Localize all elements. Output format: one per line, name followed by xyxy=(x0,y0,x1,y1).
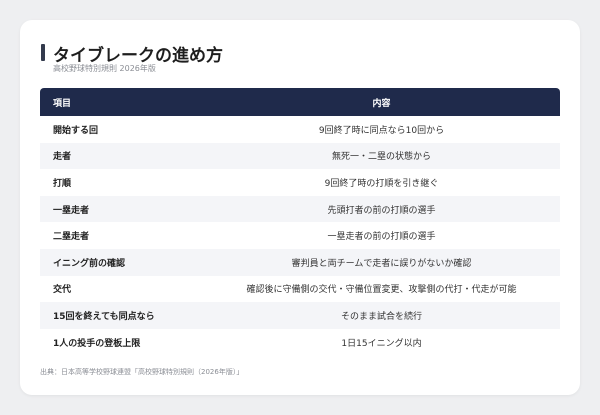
table-row: 走者 無死一・二塁の状態から xyxy=(40,142,560,170)
table-row: 交代 確認後に守備側の交代・守備位置変更、攻撃側の代打・代走が可能 xyxy=(40,275,560,303)
row-content: 9回終了時に同点なら10回から xyxy=(203,116,560,143)
row-item: 交代 xyxy=(40,275,203,303)
row-content: 一塁走者の前の打順の選手 xyxy=(203,222,560,249)
source-note: 出典：日本高等学校野球連盟「高校野球特別規則（2026年版）」 xyxy=(40,368,244,376)
column-header-item: 項目 xyxy=(40,88,203,116)
table-row: 1人の投手の登板上限 1日15イニング以内 xyxy=(40,328,560,356)
column-header-content: 内容 xyxy=(203,88,560,116)
table-row: イニング前の確認 審判員と両チームで走者に誤りがないか確認 xyxy=(40,248,560,276)
row-content: 1日15イニング以内 xyxy=(203,328,560,356)
row-item: 開始する回 xyxy=(40,116,203,143)
row-content: 審判員と両チームで走者に誤りがないか確認 xyxy=(203,248,560,276)
table-row: 一塁走者 先頭打者の前の打順の選手 xyxy=(40,195,560,223)
page-subtitle: 高校野球特別規則 2026年版 xyxy=(53,64,156,73)
row-item: 二塁走者 xyxy=(40,222,203,249)
table-row: 打順 9回終了時の打順を引き継ぐ xyxy=(40,169,560,196)
row-content: 先頭打者の前の打順の選手 xyxy=(203,195,560,223)
row-item: 走者 xyxy=(40,142,203,170)
row-item: 1人の投手の登板上限 xyxy=(40,328,203,356)
rules-table: 項目 内容 開始する回 9回終了時に同点なら10回から 走者 無死一・二塁の状態… xyxy=(40,88,560,356)
row-item: 打順 xyxy=(40,169,203,196)
content-card: タイブレークの進め方 高校野球特別規則 2026年版 項目 内容 開始する回 9… xyxy=(20,20,580,395)
row-content: そのまま試合を続行 xyxy=(203,302,560,329)
table-row: 15回を終えても同点なら そのまま試合を続行 xyxy=(40,302,560,329)
row-content: 無死一・二塁の状態から xyxy=(203,142,560,170)
row-item: 一塁走者 xyxy=(40,195,203,223)
title-accent-bar xyxy=(41,44,45,61)
table-row: 開始する回 9回終了時に同点なら10回から xyxy=(40,116,560,143)
row-item: 15回を終えても同点なら xyxy=(40,302,203,329)
table-header-row: 項目 内容 xyxy=(40,88,560,116)
table-row: 二塁走者 一塁走者の前の打順の選手 xyxy=(40,222,560,249)
row-content: 9回終了時の打順を引き継ぐ xyxy=(203,169,560,196)
row-content: 確認後に守備側の交代・守備位置変更、攻撃側の代打・代走が可能 xyxy=(203,275,560,303)
row-item: イニング前の確認 xyxy=(40,248,203,276)
